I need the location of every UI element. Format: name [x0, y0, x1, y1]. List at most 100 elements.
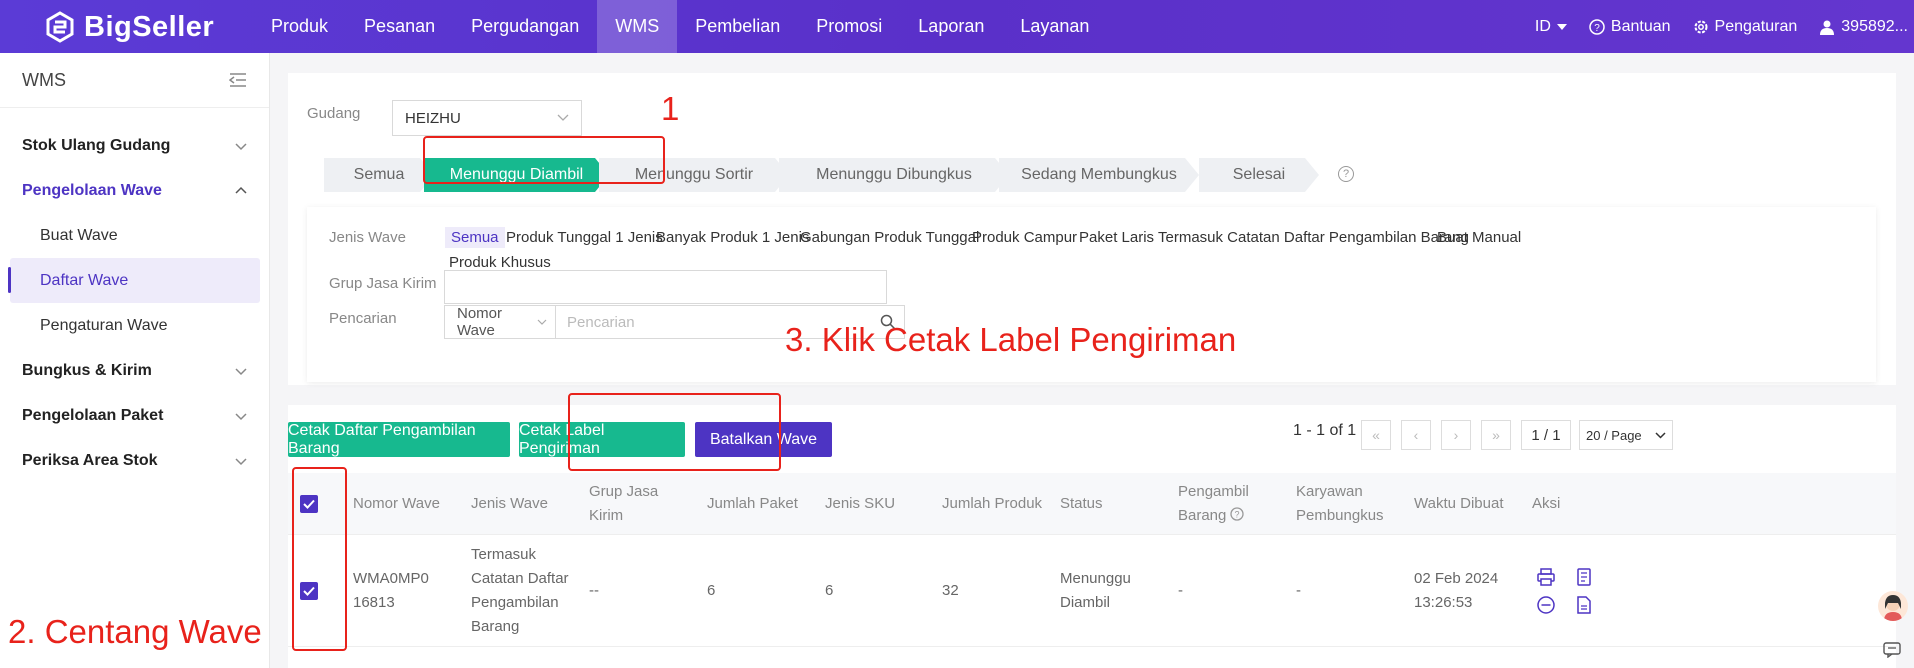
chip-paket-laris[interactable]: Paket Laris	[1079, 229, 1154, 246]
chevron-down-icon	[235, 457, 247, 465]
nav-pembelian[interactable]: Pembelian	[677, 0, 798, 53]
next-page-button[interactable]: ›	[1441, 420, 1471, 450]
per-page-select[interactable]: 20 / Page	[1579, 420, 1673, 450]
last-page-button[interactable]: »	[1481, 420, 1511, 450]
chip-termasuk-catatan[interactable]: Termasuk Catatan Daftar Pengambilan Bara…	[1158, 229, 1469, 246]
gudang-select[interactable]: HEIZHU	[392, 100, 582, 136]
print-picklist-button[interactable]: Cetak Daftar Pengambilan Barang	[288, 422, 510, 457]
sidebar-item-bungkus-kirim[interactable]: Bungkus & Kirim	[0, 348, 270, 393]
search-type-select[interactable]: Nomor Wave	[444, 305, 556, 339]
chip-buat-manual[interactable]: Buat Manual	[1437, 229, 1521, 246]
chevron-right-icon: ›	[1453, 427, 1459, 443]
sidebar-item-periksa-area-stok[interactable]: Periksa Area Stok	[0, 438, 270, 483]
tab-selesai[interactable]: Selesai	[1199, 158, 1319, 192]
double-chevron-left-icon: «	[1372, 427, 1380, 443]
sidebar-item-label: Pengelolaan Paket	[22, 406, 164, 424]
sidebar-item-pengaturan-wave[interactable]: Pengaturan Wave	[0, 303, 270, 348]
chevron-down-icon	[235, 142, 247, 150]
sidebar: WMS Stok Ulang Gudang Pengelolaan Wave B…	[0, 53, 270, 668]
caret-down-icon	[1556, 23, 1567, 30]
gudang-value: HEIZHU	[405, 109, 461, 127]
chevron-down-icon	[235, 367, 247, 375]
sidebar-item-buat-wave[interactable]: Buat Wave	[0, 213, 270, 258]
th-jumlah-produk: Jumlah Produk	[942, 495, 1043, 512]
language-selector[interactable]: ID	[1535, 18, 1567, 36]
pager-range: 1 - 1 of 1	[1293, 422, 1357, 439]
th-waktu-dibuat: Waktu Dibuat	[1414, 495, 1504, 512]
table-row[interactable]: WMA0MP016813 Termasuk Catatan Daftar Pen…	[288, 535, 1896, 647]
chip-produk-khusus[interactable]: Produk Khusus	[449, 254, 551, 271]
chip-produk-campur[interactable]: Produk Campur	[972, 229, 1077, 246]
cell-pengambil-barang: -	[1178, 582, 1183, 599]
gudang-label: Gudang	[307, 105, 361, 122]
nav-pesanan[interactable]: Pesanan	[346, 0, 453, 53]
help-link[interactable]: ? Bantuan	[1589, 18, 1671, 36]
annotation-step2: 2. Centang Wave	[8, 613, 262, 650]
brand-logo[interactable]: BigSeller	[44, 8, 214, 46]
collapse-menu-icon[interactable]	[229, 73, 247, 87]
chip-gabungan-produk-tunggal[interactable]: Gabungan Produk Tunggal	[800, 229, 979, 246]
sidebar-item-stok-ulang-gudang[interactable]: Stok Ulang Gudang	[0, 123, 270, 168]
tab-menunggu-dibungkus[interactable]: Menunggu Dibungkus	[779, 158, 1009, 192]
gear-icon	[1694, 20, 1708, 33]
chevron-down-icon	[537, 319, 547, 325]
tab-semua[interactable]: Semua	[324, 158, 434, 192]
sidebar-item-pengelolaan-paket[interactable]: Pengelolaan Paket	[0, 393, 270, 438]
chip-produk-tunggal-1-jenis[interactable]: Produk Tunggal 1 Jenis	[506, 229, 663, 246]
nav-promosi[interactable]: Promosi	[798, 0, 900, 53]
per-page-value: 20 / Page	[1586, 427, 1642, 443]
cancel-circle-icon[interactable]	[1536, 595, 1556, 615]
cell-jumlah-produk: 32	[942, 582, 959, 599]
cell-karyawan-pembungkus: -	[1296, 582, 1301, 599]
nav-produk[interactable]: Produk	[253, 0, 346, 53]
cell-jenis-sku: 6	[825, 582, 834, 599]
chat-icon[interactable]	[1883, 642, 1901, 658]
language-label: ID	[1534, 17, 1551, 35]
annotation-step3: 3. Klik Cetak Label Pengiriman	[785, 321, 1237, 358]
settings-label: Pengaturan	[1714, 17, 1798, 35]
sidebar-item-daftar-wave[interactable]: Daftar Wave	[8, 258, 260, 303]
document-list-icon[interactable]	[1574, 567, 1594, 587]
table-header: Nomor Wave Jenis Wave Grup Jasa Kirim Ju…	[288, 473, 1896, 535]
printer-icon[interactable]	[1536, 567, 1556, 587]
nav-pergudangan[interactable]: Pergudangan	[453, 0, 597, 53]
help-label: Bantuan	[1610, 17, 1671, 35]
first-page-button[interactable]: «	[1361, 420, 1391, 450]
annotation-box-step1	[423, 136, 665, 184]
jenis-wave-label: Jenis Wave	[329, 229, 406, 246]
nav-laporan[interactable]: Laporan	[900, 0, 1002, 53]
th-jenis-sku: Jenis SKU	[825, 495, 896, 512]
tab-sedang-membungkus[interactable]: Sedang Membungkus	[999, 158, 1199, 192]
assistant-avatar[interactable]	[1878, 591, 1908, 621]
svg-text:?: ?	[1594, 23, 1600, 34]
sidebar-title: WMS	[22, 69, 66, 90]
page-input[interactable]: 1 / 1	[1521, 420, 1571, 450]
chevron-up-icon	[235, 186, 247, 194]
top-right-menu: ID ? Bantuan Pengaturan 395892...	[1535, 0, 1914, 53]
sidebar-header: WMS	[0, 53, 269, 108]
help-icon[interactable]: ?	[1338, 166, 1354, 182]
th-jumlah-paket: Jumlah Paket	[707, 495, 798, 512]
sidebar-item-label: Stok Ulang Gudang	[22, 136, 171, 154]
user-menu[interactable]: 395892...	[1819, 18, 1908, 36]
sidebar-item-pengelolaan-wave[interactable]: Pengelolaan Wave	[0, 168, 270, 213]
prev-page-button[interactable]: ‹	[1401, 420, 1431, 450]
nav-wms[interactable]: WMS	[597, 0, 678, 53]
settings-link[interactable]: Pengaturan	[1693, 17, 1798, 36]
document-icon[interactable]	[1574, 595, 1594, 615]
grup-jasa-kirim-label: Grup Jasa Kirim	[329, 275, 437, 292]
grup-jasa-kirim-select[interactable]	[444, 270, 887, 304]
chip-semua[interactable]: Semua	[445, 227, 505, 248]
sidebar-item-label: Periksa Area Stok	[22, 451, 158, 469]
sidebar-item-label: Pengelolaan Wave	[22, 181, 162, 199]
th-jenis-wave: Jenis Wave	[471, 495, 548, 512]
top-navbar: BigSeller Produk Pesanan Pergudangan WMS…	[0, 0, 1914, 53]
cell-nomor-wave[interactable]: WMA0MP016813	[353, 567, 437, 615]
cell-grup-jasa-kirim: --	[589, 582, 599, 599]
help-circle-icon[interactable]: ?	[1230, 507, 1244, 521]
svg-text:?: ?	[1234, 510, 1239, 520]
chip-banyak-produk-1-jenis[interactable]: Banyak Produk 1 Jenis	[656, 229, 809, 246]
nav-layanan[interactable]: Layanan	[1002, 0, 1107, 53]
chevron-down-icon	[557, 114, 569, 121]
pencarian-label: Pencarian	[329, 310, 397, 327]
